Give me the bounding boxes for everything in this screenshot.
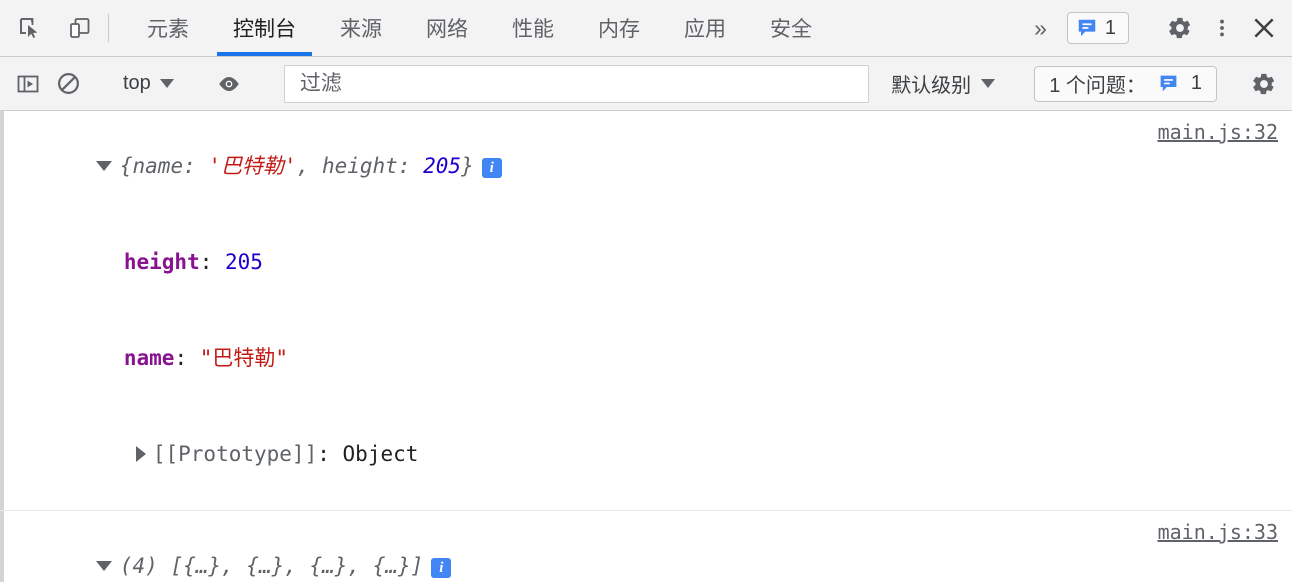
property-value-prototype: Object [342,442,419,466]
info-icon[interactable]: i [431,558,452,578]
info-icon[interactable]: i [481,158,502,178]
tab-security-label: 安全 [770,18,812,41]
object-property-name[interactable]: name: "巴特勒" [0,310,1292,406]
object-preview-key-name: name: [132,154,209,178]
devtools-right-actions: » 1 [1020,0,1292,56]
source-link-main-js-32[interactable]: main.js:32 [1158,120,1278,144]
log-level-label: 默认级别 [891,75,972,97]
tab-security[interactable]: 安全 [748,0,834,56]
inspect-element-icon[interactable] [12,10,48,46]
object-preview-separator: , [296,154,322,178]
tab-performance[interactable]: 性能 [490,0,576,56]
object-preview-value-name: '巴特勒' [208,154,297,178]
property-value-height: 205 [225,250,263,274]
message-bubble-icon [1160,75,1177,92]
issues-badge-button[interactable]: 1 [1066,12,1129,44]
property-key-prototype: [[Prototype]] [152,442,318,466]
object-preview-row[interactable]: {name: '巴特勒', height: 205} i [0,118,1292,214]
console-issues-button[interactable]: 1 个问题： 1 [1034,65,1217,102]
tab-application[interactable]: 应用 [662,0,748,56]
expand-triangle-closed-icon[interactable] [135,446,146,462]
console-issues-count: 1 [1190,72,1202,94]
devtools-left-icons [0,0,98,56]
property-key-name: name [123,346,175,370]
chevron-down-icon [981,79,996,88]
object-preview-close-brace: } [461,154,474,178]
tab-sources[interactable]: 来源 [318,0,404,56]
tab-console-label: 控制台 [233,18,296,41]
tab-console[interactable]: 控制台 [211,0,318,56]
tab-memory[interactable]: 内存 [576,0,662,56]
console-filter-input[interactable] [297,70,856,97]
tab-performance-label: 性能 [512,18,554,41]
execution-context-select[interactable]: top [115,72,182,95]
object-preview-value-height: 205 [423,154,462,178]
console-issues-text: 1 个问题： [1049,75,1146,97]
tab-application-label: 应用 [684,18,726,41]
console-filter-container[interactable] [283,64,870,103]
console-settings-gear-icon[interactable] [1246,66,1282,102]
source-link-main-js-33[interactable]: main.js:33 [1158,520,1278,544]
console-toolbar: top 默认级别 1 个问题： 1 [0,57,1292,111]
array-length-label: (4) [119,554,158,578]
gear-icon[interactable] [1162,10,1198,46]
live-expression-eye-icon[interactable] [211,66,247,102]
devtools-tabbar: 元素 控制台 来源 网络 性能 内存 应用 安全 » 1 [0,0,1292,57]
execution-context-label: top [123,72,151,94]
close-icon[interactable] [1246,10,1282,46]
array-preview-content: [{…}, {…}, {…}, {…}] [157,554,424,578]
object-property-prototype[interactable]: [[Prototype]]: Object [0,406,1292,502]
issues-badge-count: 1 [1104,16,1116,39]
log-level-select[interactable]: 默认级别 [881,69,1005,98]
property-colon: : [174,346,200,370]
property-key-height: height [123,250,200,274]
tab-elements[interactable]: 元素 [125,0,211,56]
property-value-name: "巴特勒" [199,346,289,370]
toolbar-divider [108,14,109,42]
object-property-height[interactable]: height: 205 [0,214,1292,310]
more-tabs-icon[interactable]: » [1020,15,1061,42]
devtools-tab-list: 元素 控制台 来源 网络 性能 内存 应用 安全 [125,0,834,56]
console-message-object[interactable]: main.js:32 {name: '巴特勒', height: 205} i h… [0,111,1292,511]
tab-elements-label: 元素 [147,18,189,41]
object-preview-open-brace: { [119,154,133,178]
object-preview-key-height: height: [321,154,424,178]
device-toolbar-icon[interactable] [62,10,98,46]
tab-network-label: 网络 [426,18,468,41]
property-colon: : [199,250,226,274]
clear-console-icon[interactable] [50,66,86,102]
tab-memory-label: 内存 [598,18,640,41]
console-sidebar-toggle-icon[interactable] [10,66,46,102]
console-message-array[interactable]: main.js:33 (4) [{…}, {…}, {…}, {…}]i 0: … [0,511,1292,582]
chevron-down-icon [159,79,174,88]
property-colon: : [317,442,343,466]
expand-triangle-open-icon[interactable] [95,561,112,571]
expand-triangle-open-icon[interactable] [95,161,112,171]
tab-network[interactable]: 网络 [404,0,490,56]
message-bubble-icon [1078,19,1096,37]
console-message-list: main.js:32 {name: '巴特勒', height: 205} i h… [0,111,1292,582]
tab-sources-label: 来源 [340,18,382,41]
array-preview-row[interactable]: (4) [{…}, {…}, {…}, {…}] i [0,518,1292,582]
more-options-icon[interactable] [1204,10,1240,46]
